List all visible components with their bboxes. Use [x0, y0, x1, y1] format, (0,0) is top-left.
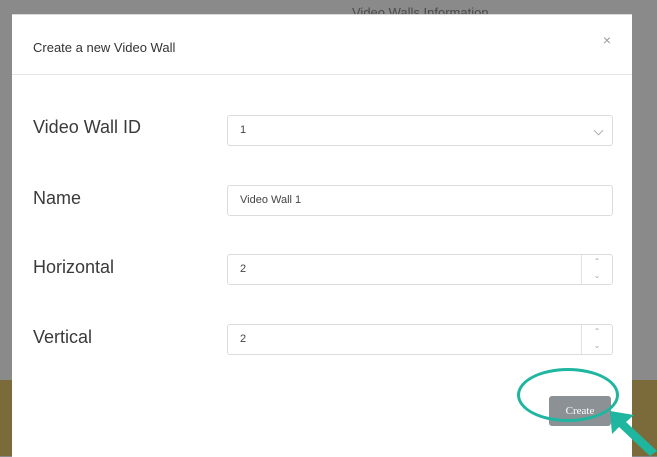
chevron-down-icon	[593, 125, 604, 136]
horizontal-label: Horizontal	[33, 257, 115, 277]
dialog-title: Create a new Video Wall	[33, 40, 176, 55]
dialog-header: Create a new Video Wall ×	[12, 15, 632, 75]
spin-up-icon[interactable]: ⌃	[582, 325, 612, 339]
close-icon[interactable]: ×	[596, 29, 618, 51]
vertical-value: 2	[240, 333, 247, 345]
vertical-label: Vertical	[33, 327, 93, 347]
vertical-spinner: ⌃ ⌄	[581, 325, 612, 354]
video-wall-id-label: Video Wall ID	[33, 117, 142, 137]
spin-up-icon[interactable]: ⌃	[582, 255, 612, 269]
horizontal-stepper[interactable]: 2 ⌃ ⌄	[227, 254, 613, 285]
video-wall-id-value: 1	[240, 124, 247, 136]
spin-down-icon[interactable]: ⌄	[582, 339, 612, 353]
pointer-arrow-icon	[610, 411, 657, 456]
name-input[interactable]: Video Wall 1	[227, 185, 613, 216]
horizontal-value: 2	[240, 263, 247, 275]
horizontal-spinner: ⌃ ⌄	[581, 255, 612, 284]
name-value: Video Wall 1	[240, 194, 302, 206]
background-heading: Video Walls Information	[352, 5, 489, 14]
video-wall-id-select[interactable]: 1	[227, 115, 613, 146]
name-label: Name	[33, 188, 82, 208]
vertical-stepper[interactable]: 2 ⌃ ⌄	[227, 324, 613, 355]
spin-down-icon[interactable]: ⌄	[582, 269, 612, 283]
